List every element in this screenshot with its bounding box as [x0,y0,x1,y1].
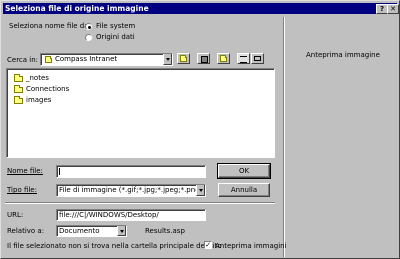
relative-label: Relativo a: [7,227,45,235]
details-view-button[interactable] [251,53,264,64]
filetype-label: Tipo file: [7,186,37,194]
ok-button-label: OK [238,167,250,175]
preview-separator [283,17,285,257]
url-label: URL: [7,211,24,219]
new-folder-icon [220,55,227,62]
ok-button[interactable]: OK [217,163,271,179]
desktop-button[interactable] [197,53,210,64]
section-separator [5,202,275,204]
list-view-icon [240,56,247,63]
file-list[interactable]: _notes Connections images [6,68,275,158]
up-folder-button[interactable] [177,53,190,64]
text-cursor [59,168,60,175]
source-label: Seleziona nome file da: [9,22,91,30]
preview-checkbox-label[interactable]: Anteprima immagini [215,242,287,250]
look-in-value: Compass Intranet [55,55,118,63]
radio-data-sources[interactable] [85,34,92,41]
file-name: _notes [26,74,49,82]
close-button[interactable]: ✕ [387,4,399,14]
title-bar: Seleziona file di origine immagine ? ✕ [3,3,399,14]
file-name: images [26,96,52,104]
folder-icon [14,85,23,93]
cancel-button[interactable]: Annulla [218,183,270,197]
relative-file: Results.asp [145,227,185,235]
desktop-icon [201,56,208,63]
chevron-down-icon[interactable] [196,185,205,196]
window-title: Seleziona file di origine immagine [5,4,149,13]
filename-input[interactable] [56,165,206,178]
radio-file-system[interactable] [85,23,92,30]
list-view-button[interactable] [237,53,250,64]
chevron-down-icon[interactable] [163,54,172,65]
up-folder-icon [180,55,187,62]
check-icon: ✓ [205,241,211,249]
folder-icon [14,74,23,82]
file-name: Connections [26,85,70,93]
warning-text: Il file selezionato non si trova nella c… [7,242,222,250]
radio-file-system-label[interactable]: File system [96,22,135,30]
preview-title: Anteprima immagine [306,51,380,59]
filetype-value: File di immagine (*.gif;*.jpg;*.jpeg;*.p… [59,186,203,194]
new-folder-button[interactable] [217,53,230,64]
preview-checkbox[interactable]: ✓ [204,241,212,249]
relative-value: Documento [59,227,100,235]
chevron-down-icon[interactable] [117,226,126,236]
details-view-icon [254,56,261,61]
relative-select[interactable]: Documento [56,225,127,237]
radio-data-sources-label[interactable]: Origini dati [96,33,135,41]
file-dialog: Seleziona file di origine immagine ? ✕ S… [0,0,400,259]
folder-icon [45,56,52,63]
folder-icon [14,96,23,104]
look-in-combobox[interactable]: Compass Intranet [40,53,173,66]
filename-label: Nome file: [7,167,43,175]
url-input[interactable]: file:///C|/WINDOWS/Desktop/ [56,209,206,221]
cancel-button-label: Annulla [230,186,258,194]
filetype-select[interactable]: File di immagine (*.gif;*.jpg;*.jpeg;*.p… [56,184,206,197]
look-in-label: Cerca in: [7,56,39,64]
url-value: file:///C|/WINDOWS/Desktop/ [59,211,159,219]
